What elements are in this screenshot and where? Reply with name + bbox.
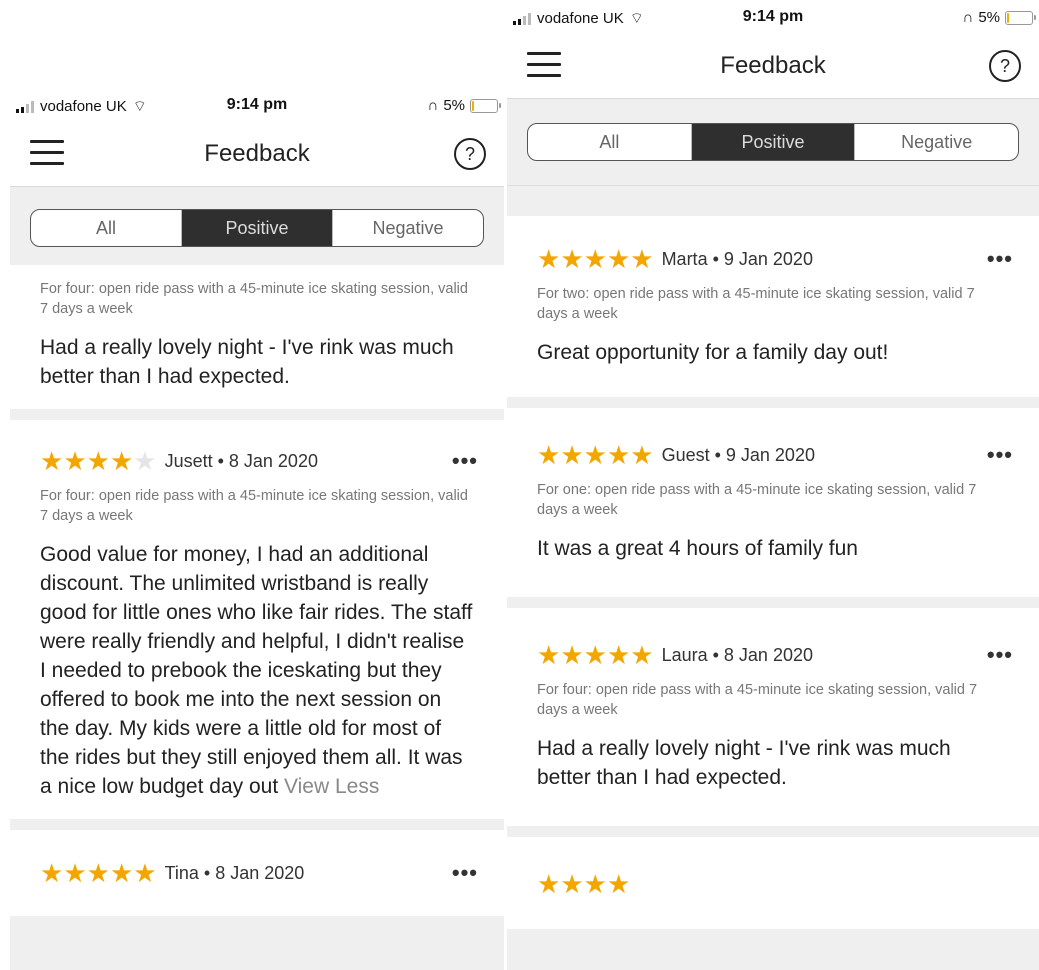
review-text: Had a really lovely night - I've rink wa… [537,737,951,789]
more-options-icon[interactable]: ••• [987,246,1013,272]
star-icon: ★ [583,440,607,470]
page-title: Feedback [720,52,826,79]
star-icon: ★ [537,244,561,274]
review-card: ★ ★ ★ ★ ★ Guest • 9 Jan 2020 ••• For one… [507,408,1039,597]
star-icon: ★ [560,869,584,899]
review-product: For four: open ride pass with a 45-minut… [40,488,468,524]
review-product: For two: open ride pass with a 45-minute… [537,286,975,322]
star-icon: ★ [630,440,654,470]
star-icon: ★ [560,440,584,470]
more-options-icon[interactable]: ••• [452,860,478,886]
filter-all-tab[interactable]: All [31,210,182,246]
filter-negative-tab[interactable]: Negative [333,210,483,246]
review-product: For four: open ride pass with a 45-minut… [40,281,468,317]
star-icon: ★ [606,440,631,470]
battery-percent: 5% [978,9,1000,26]
review-author-date: Guest • 9 Jan 2020 [661,444,815,465]
help-icon[interactable]: ? [454,138,486,170]
review-text: Good value for money, I had an additiona… [40,543,473,798]
review-card: ★ ★ ★ ★ ★ Jusett • 8 Jan 2020 ••• For fo… [10,420,504,819]
headphones-icon: ∩ [427,97,439,114]
filter-positive-tab[interactable]: Positive [691,124,856,160]
star-icon: ★ [133,858,157,888]
star-rating: ★ ★ ★ ★ [537,871,1001,897]
star-icon: ★ [630,640,654,670]
star-empty-icon: ★ [133,446,157,476]
review-text: It was a great 4 hours of family fun [537,537,858,560]
phone-screen-right: vodafone UK ⌔ 9:14 pm ∩ 5% Feedback ? Al… [507,0,1039,970]
star-rating: ★ ★ ★ ★ ★ [537,246,654,272]
review-card: ★ ★ ★ ★ [507,837,1039,929]
battery-icon [1005,10,1036,25]
star-rating: ★ ★ ★ ★ ★ [40,860,157,886]
star-icon: ★ [606,244,631,274]
star-icon: ★ [86,858,110,888]
star-icon: ★ [583,869,607,899]
review-text: Great opportunity for a family day out! [537,341,889,364]
top-bar: Feedback ? [10,124,504,187]
help-icon[interactable]: ? [989,50,1021,82]
star-rating: ★ ★ ★ ★ ★ [40,448,157,474]
star-icon: ★ [537,640,561,670]
more-options-icon[interactable]: ••• [987,442,1013,468]
filter-positive-tab[interactable]: Positive [182,210,333,246]
star-icon: ★ [560,640,584,670]
more-options-icon[interactable]: ••• [987,642,1013,668]
filter-segmented-control: All Positive Negative [30,209,484,247]
star-icon: ★ [606,869,631,899]
more-options-icon[interactable]: ••• [452,448,478,474]
status-bar: vodafone UK ⌔ 9:14 pm ∩ 5% [507,0,1039,36]
star-icon: ★ [109,446,134,476]
review-author-date: Marta • 9 Jan 2020 [661,248,813,269]
filter-segmented-control: All Positive Negative [527,123,1019,161]
star-icon: ★ [583,244,607,274]
star-icon: ★ [109,858,134,888]
review-text: Had a really lovely night - I've rink wa… [40,336,454,388]
star-icon: ★ [86,446,110,476]
star-icon: ★ [560,244,584,274]
filter-all-tab[interactable]: All [528,124,692,160]
view-less-link[interactable]: View Less [284,775,379,798]
review-card: ★ ★ ★ ★ ★ Laura • 8 Jan 2020 ••• For fou… [507,608,1039,826]
top-bar: Feedback ? [507,36,1039,99]
review-author-date: Tina • 8 Jan 2020 [164,862,305,883]
review-card: ★ ★ ★ ★ ★ Marta • 9 Jan 2020 ••• For two… [507,216,1039,397]
filter-negative-tab[interactable]: Negative [855,124,1018,160]
review-card: For four: open ride pass with a 45-minut… [10,265,504,409]
star-icon: ★ [40,446,64,476]
phone-screen-left: vodafone UK ⌔ 9:14 pm ∩ 5% Feedback ? Al… [10,88,504,970]
star-icon: ★ [630,244,654,274]
battery-percent: 5% [443,97,465,114]
review-card: ★ ★ ★ ★ ★ Tina • 8 Jan 2020 ••• [10,830,504,916]
status-bar: vodafone UK ⌔ 9:14 pm ∩ 5% [10,88,504,124]
review-product: For one: open ride pass with a 45-minute… [537,482,977,518]
star-icon: ★ [537,869,561,899]
page-title: Feedback [204,140,310,167]
star-icon: ★ [63,858,87,888]
star-icon: ★ [583,640,607,670]
star-icon: ★ [537,440,561,470]
star-rating: ★ ★ ★ ★ ★ [537,642,654,668]
review-product: For four: open ride pass with a 45-minut… [537,682,978,718]
star-icon: ★ [63,446,87,476]
star-icon: ★ [40,858,64,888]
review-author-date: Laura • 8 Jan 2020 [661,644,813,665]
star-icon: ★ [606,640,631,670]
headphones-icon: ∩ [962,9,974,26]
clock: 9:14 pm [742,8,804,25]
battery-icon [470,98,501,113]
review-author-date: Jusett • 8 Jan 2020 [164,450,318,471]
star-rating: ★ ★ ★ ★ ★ [537,442,654,468]
